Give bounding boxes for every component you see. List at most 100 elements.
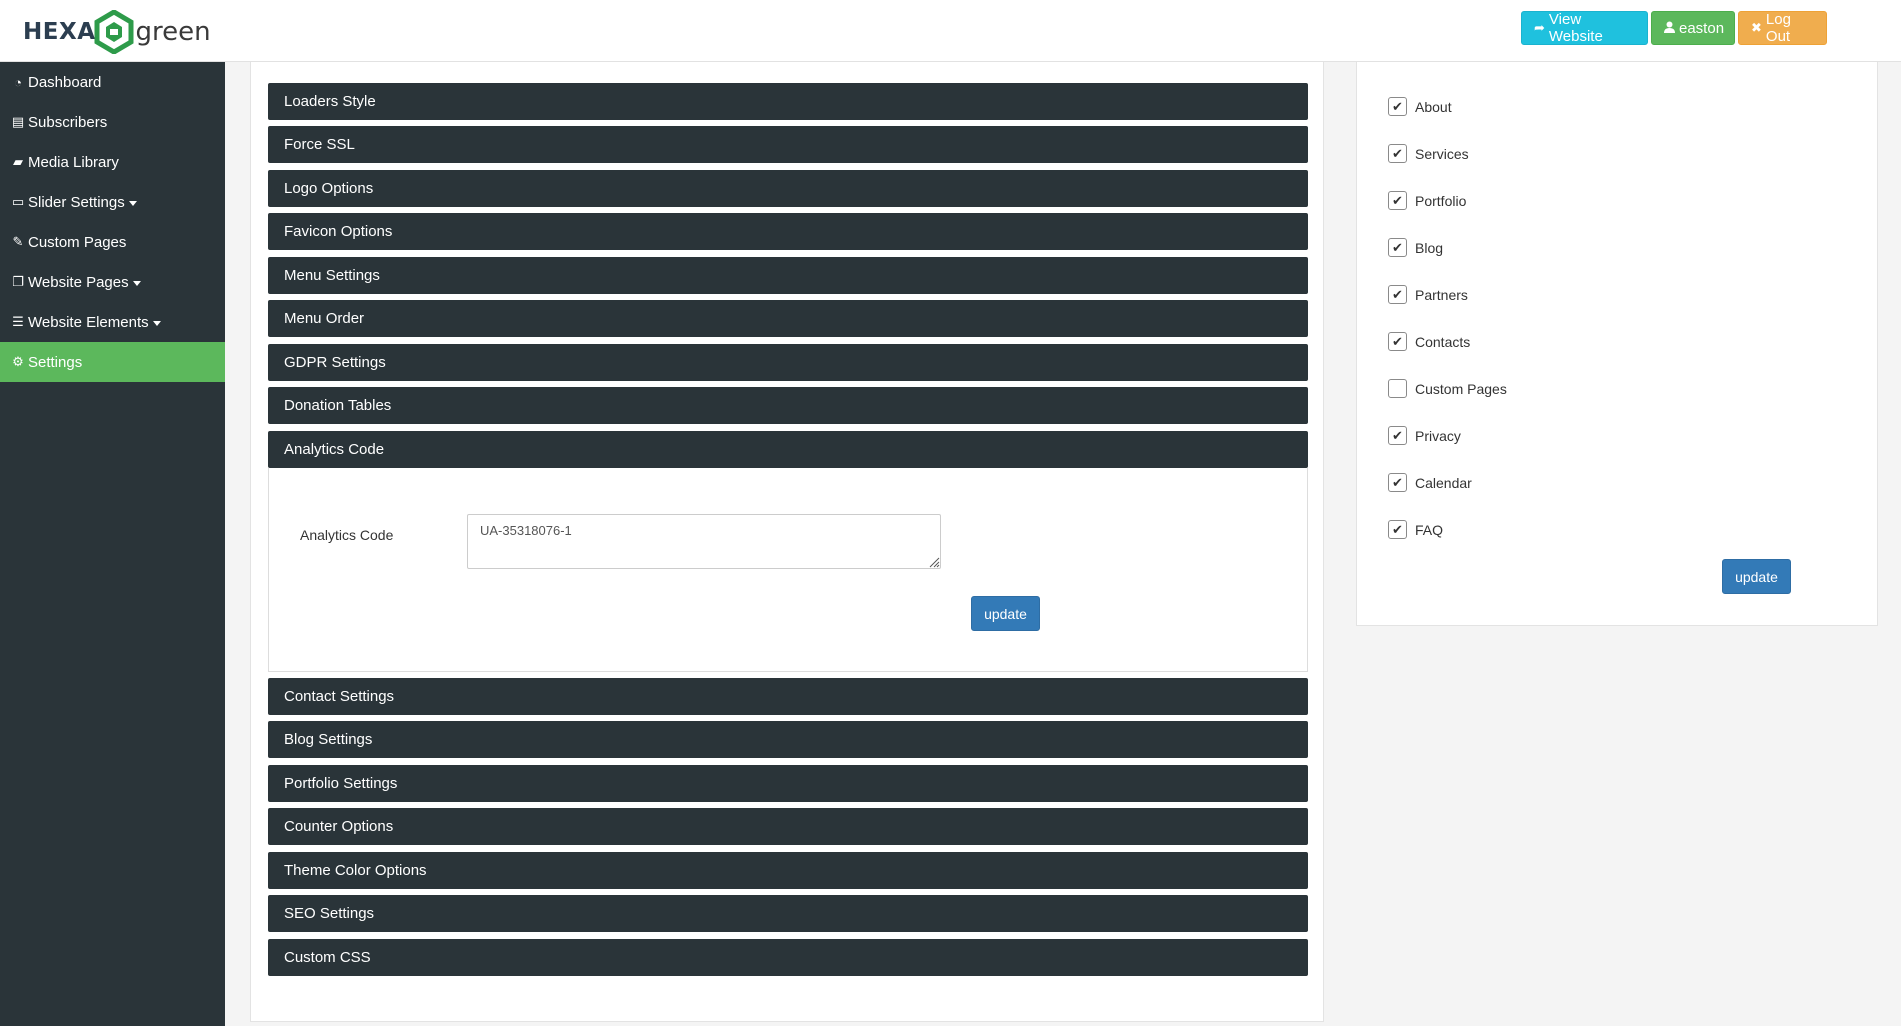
accordion-custom-css[interactable]: Custom CSS	[268, 939, 1308, 976]
caret-down-icon	[132, 280, 141, 286]
sidebar-item-website-pages[interactable]: ❐ Website Pages	[0, 262, 225, 302]
sidebar-item-label: Custom Pages	[28, 233, 127, 251]
folder-open-icon: ▰	[13, 154, 23, 169]
sidebar-item-dashboard[interactable]: ◔ Dashboard	[0, 62, 225, 102]
dashboard-icon: ◔	[14, 74, 22, 90]
menu-pages-update-button[interactable]: update	[1722, 559, 1791, 594]
checkbox-label: Services	[1415, 145, 1469, 162]
checkbox-label: Calendar	[1415, 474, 1472, 491]
accordion-force-ssl[interactable]: Force SSL	[268, 126, 1308, 163]
sidebar-item-label: Slider Settings	[28, 193, 125, 211]
analytics-code-input[interactable]: UA-35318076-1	[467, 514, 941, 569]
accordion-header[interactable]: Favicon Options	[268, 213, 1308, 250]
caret-down-icon	[152, 320, 161, 326]
sign-out-icon: ➦	[1534, 20, 1545, 35]
accordion-header[interactable]: Loaders Style	[268, 83, 1308, 120]
accordion-portfolio-settings[interactable]: Portfolio Settings	[268, 765, 1308, 802]
accordion-loaders-style[interactable]: Loaders Style	[268, 83, 1308, 120]
bars-icon: ☰	[12, 314, 24, 329]
menu-page-privacy[interactable]: ✔ Privacy	[1388, 426, 1461, 445]
accordion-gdpr-settings[interactable]: GDPR Settings	[268, 344, 1308, 381]
accordion-menu-order[interactable]: Menu Order	[268, 300, 1308, 337]
caret-down-icon	[128, 200, 137, 206]
accordion-blog-settings[interactable]: Blog Settings	[268, 721, 1308, 758]
accordion-header[interactable]: Analytics Code	[268, 431, 1308, 468]
accordion-header[interactable]: Menu Settings	[268, 257, 1308, 294]
close-icon: ✖	[1751, 20, 1762, 35]
checkbox-services[interactable]: ✔	[1388, 144, 1407, 163]
accordion-logo-options[interactable]: Logo Options	[268, 170, 1308, 207]
accordion-menu-settings[interactable]: Menu Settings	[268, 257, 1308, 294]
accordion-header[interactable]: Custom CSS	[268, 939, 1308, 976]
accordion-header[interactable]: Logo Options	[268, 170, 1308, 207]
sidebar-item-label: Dashboard	[28, 73, 102, 91]
menu-pages-panel: ✔ About ✔ Services ✔ Portfolio ✔ Blog ✔ …	[1356, 62, 1878, 626]
copy-icon: ❐	[12, 274, 24, 289]
newspaper-icon: ▤	[11, 114, 25, 129]
view-website-button[interactable]: ➦ View Website	[1521, 11, 1648, 45]
user-icon	[1664, 21, 1675, 36]
accordion-header[interactable]: Menu Order	[268, 300, 1308, 337]
logout-label: Log Out	[1765, 11, 1791, 45]
accordion-header[interactable]: SEO Settings	[268, 895, 1308, 932]
accordion-seo-settings[interactable]: SEO Settings	[268, 895, 1308, 932]
menu-page-custom-pages[interactable]: Custom Pages	[1388, 379, 1507, 398]
view-website-label: View Website	[1548, 11, 1603, 45]
checkbox-blog[interactable]: ✔	[1388, 238, 1407, 257]
sidebar-item-subscribers[interactable]: ▤ Subscribers	[0, 102, 225, 142]
accordion-header[interactable]: Counter Options	[268, 808, 1308, 845]
menu-page-blog[interactable]: ✔ Blog	[1388, 238, 1443, 257]
logo-text-green: green	[135, 17, 211, 47]
checkbox-label: Privacy	[1415, 427, 1461, 444]
sidebar-item-settings[interactable]: ⚙ Settings	[0, 342, 225, 382]
analytics-code-label: Analytics Code	[300, 527, 394, 543]
header-actions: ➦ View Website easton ✖ Log Out	[1521, 11, 1827, 45]
accordion-analytics-code[interactable]: Analytics Code Analytics Code UA-3531807…	[268, 431, 1308, 672]
sidebar-item-custom-pages[interactable]: ✎ Custom Pages	[0, 222, 225, 262]
settings-panel: Loaders Style Force SSL Logo Options Fav…	[250, 62, 1324, 1022]
checkbox-portfolio[interactable]: ✔	[1388, 191, 1407, 210]
accordion-header[interactable]: Contact Settings	[268, 678, 1308, 715]
accordion-header[interactable]: Theme Color Options	[268, 852, 1308, 889]
menu-page-contacts[interactable]: ✔ Contacts	[1388, 332, 1470, 351]
menu-page-calendar[interactable]: ✔ Calendar	[1388, 473, 1472, 492]
sidebar-item-media-library[interactable]: ▰ Media Library	[0, 142, 225, 182]
accordion-counter-options[interactable]: Counter Options	[268, 808, 1308, 845]
checkbox-privacy[interactable]: ✔	[1388, 426, 1407, 445]
menu-page-about[interactable]: ✔ About	[1388, 97, 1452, 116]
sidebar-item-slider-settings[interactable]: ▭ Slider Settings	[0, 182, 225, 222]
logo-text-hexa: HEXA	[23, 19, 96, 45]
sidebar-nav: ◔ Dashboard ▤ Subscribers ▰ Media Librar…	[0, 62, 225, 1026]
sidebar-item-website-elements[interactable]: ☰ Website Elements	[0, 302, 225, 342]
checkbox-label: Contacts	[1415, 333, 1471, 350]
menu-page-partners[interactable]: ✔ Partners	[1388, 285, 1468, 304]
resize-handle-icon[interactable]	[929, 557, 940, 568]
analytics-code-body: Analytics Code UA-35318076-1 update	[268, 468, 1308, 672]
menu-page-portfolio[interactable]: ✔ Portfolio	[1388, 191, 1466, 210]
checkbox-calendar[interactable]: ✔	[1388, 473, 1407, 492]
menu-page-services[interactable]: ✔ Services	[1388, 144, 1469, 163]
user-button[interactable]: easton	[1651, 11, 1735, 45]
accordion-header[interactable]: Portfolio Settings	[268, 765, 1308, 802]
hexagreen-logo[interactable]: HEXA green	[23, 10, 211, 54]
checkbox-faq[interactable]: ✔	[1388, 520, 1407, 539]
checkbox-partners[interactable]: ✔	[1388, 285, 1407, 304]
checkbox-contacts[interactable]: ✔	[1388, 332, 1407, 351]
accordion-favicon-options[interactable]: Favicon Options	[268, 213, 1308, 250]
menu-page-faq[interactable]: ✔ FAQ	[1388, 520, 1443, 539]
accordion-header[interactable]: Donation Tables	[268, 387, 1308, 424]
accordion-header[interactable]: Force SSL	[268, 126, 1308, 163]
accordion-contact-settings[interactable]: Contact Settings	[268, 678, 1308, 715]
accordion-header[interactable]: GDPR Settings	[268, 344, 1308, 381]
user-label: easton	[1679, 19, 1725, 37]
logout-button[interactable]: ✖ Log Out	[1738, 11, 1827, 45]
sidebar-item-label: Website Elements	[28, 313, 149, 331]
accordion-header[interactable]: Blog Settings	[268, 721, 1308, 758]
accordion-theme-color-options[interactable]: Theme Color Options	[268, 852, 1308, 889]
hexagon-logo-icon	[94, 10, 133, 54]
checkbox-custom-pages[interactable]	[1388, 379, 1407, 398]
sidebar-item-label: Media Library	[28, 153, 119, 171]
checkbox-about[interactable]: ✔	[1388, 97, 1407, 116]
accordion-donation-tables[interactable]: Donation Tables	[268, 387, 1308, 424]
analytics-update-button[interactable]: update	[971, 596, 1040, 631]
